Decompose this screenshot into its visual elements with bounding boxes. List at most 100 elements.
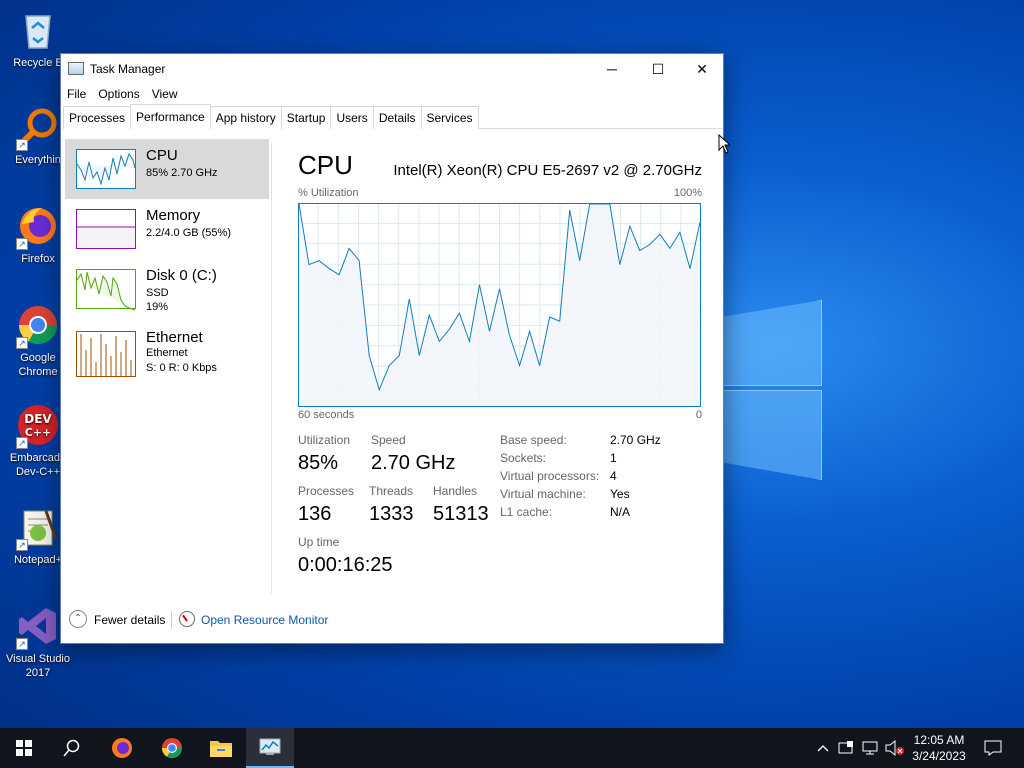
virtual-machine-label: Virtual machine: (500, 487, 586, 501)
taskbar: 12:05 AM 3/24/2023 (0, 728, 1024, 768)
minimize-button[interactable]: ─ (589, 54, 635, 84)
sidebar-memory-usage: 2.2/4.0 GB (55%) (146, 227, 231, 239)
tab-app-history[interactable]: App history (209, 106, 282, 129)
taskbar-task-manager[interactable] (246, 728, 294, 768)
sockets-value: 1 (610, 451, 617, 465)
chevron-up-icon[interactable]: ⌃ (69, 610, 87, 628)
tab-strip: Processes Performance App history Startu… (63, 104, 723, 129)
show-hidden-icons-button[interactable] (813, 728, 833, 768)
taskbar-chrome[interactable] (148, 728, 196, 768)
cpu-thumbnail-graph (76, 149, 136, 189)
uptime-label: Up time (298, 535, 340, 549)
taskbar-file-explorer[interactable] (197, 728, 245, 768)
sidebar-item-disk[interactable]: Disk 0 (C:) SSD 19% (65, 259, 269, 319)
processes-value: 136 (298, 503, 332, 525)
start-icon (16, 740, 32, 756)
memory-thumbnail-graph (76, 209, 136, 249)
handles-value: 51313 (433, 503, 489, 525)
title-bar[interactable]: Task Manager ─ ☐ ✕ (61, 54, 723, 84)
taskbar-firefox[interactable] (98, 728, 146, 768)
visual-studio-icon: ↗ (16, 604, 60, 650)
menu-file[interactable]: File (61, 84, 92, 104)
task-manager-icon (68, 62, 84, 75)
sidebar-ethernet-throughput: S: 0 R: 0 Kbps (146, 362, 217, 374)
threads-value: 1333 (369, 503, 414, 525)
mouse-cursor-icon (718, 134, 730, 154)
disk-thumbnail-graph (76, 269, 136, 311)
recycle-bin-icon (16, 8, 60, 52)
volume-tray-button[interactable] (884, 728, 906, 768)
sidebar-disk-usage: 19% (146, 301, 169, 313)
notepadpp-icon: ↗ (16, 505, 60, 551)
ethernet-thumbnail-graph (76, 331, 136, 377)
windows-wallpaper-logo (720, 290, 822, 480)
cpu-model: Intel(R) Xeon(R) CPU E5-2697 v2 @ 2.70GH… (393, 162, 702, 179)
chrome-icon (161, 738, 183, 759)
chrome-icon: ↗ (16, 303, 60, 349)
maximize-button[interactable]: ☐ (635, 54, 681, 84)
sidebar-item-ethernet[interactable]: Ethernet Ethernet S: 0 R: 0 Kbps (65, 325, 269, 385)
graph-x-right-label: 0 (695, 409, 702, 421)
speed-label: Speed (371, 433, 406, 447)
graph-x-left-label: 60 seconds (298, 409, 355, 421)
tray-action-icon[interactable] (836, 728, 856, 768)
close-button[interactable]: ✕ (679, 54, 725, 84)
tab-processes[interactable]: Processes (63, 106, 132, 129)
sidebar-divider (271, 142, 272, 594)
notification-icon (984, 740, 1002, 756)
fewer-details-link[interactable]: Fewer details (94, 613, 165, 627)
menu-options[interactable]: Options (92, 84, 145, 104)
taskbar-clock[interactable]: 12:05 AM 3/24/2023 (905, 732, 973, 764)
file-explorer-icon (210, 741, 232, 757)
speed-value: 2.70 GHz (371, 452, 456, 474)
sidebar-ethernet-adapter: Ethernet (146, 347, 188, 359)
chevron-up-icon (817, 745, 829, 752)
firefox-icon: ↗ (16, 204, 60, 250)
shortcut-arrow-icon: ↗ (16, 139, 28, 151)
tab-startup[interactable]: Startup (280, 106, 332, 129)
sidebar-ethernet-name: Ethernet (146, 329, 203, 346)
base-speed-label: Base speed: (500, 433, 567, 447)
graph-y-label: % Utilization (298, 187, 359, 199)
resource-monitor-icon (179, 611, 195, 627)
firefox-icon (112, 738, 132, 758)
clock-date: 3/24/2023 (912, 749, 966, 763)
base-speed-value: 2.70 GHz (610, 433, 661, 447)
svg-text:C++: C++ (25, 426, 52, 439)
svg-text:DEV: DEV (24, 412, 52, 426)
network-tray-button[interactable] (860, 728, 882, 768)
start-button[interactable] (0, 728, 48, 768)
tab-services[interactable]: Services (420, 106, 479, 129)
task-manager-icon (259, 738, 281, 755)
tab-users[interactable]: Users (330, 106, 374, 129)
task-manager-window: Task Manager ─ ☐ ✕ File Options View Pro… (60, 53, 724, 644)
threads-label: Threads (369, 484, 414, 498)
utilization-value: 85% (298, 452, 339, 474)
handles-label: Handles (433, 484, 478, 498)
sidebar-cpu-name: CPU (146, 147, 178, 164)
sidebar-memory-name: Memory (146, 207, 201, 224)
panel-title: CPU (298, 150, 353, 180)
clock-time: 12:05 AM (913, 733, 965, 747)
tab-performance[interactable]: Performance (130, 104, 211, 129)
shortcut-arrow-icon: ↗ (16, 238, 28, 250)
sidebar-cpu-usage: 85% 2.70 GHz (146, 167, 218, 179)
l1-cache-value: N/A (610, 505, 631, 519)
tab-details[interactable]: Details (372, 106, 422, 129)
virtual-processors-label: Virtual processors: (500, 469, 600, 483)
sidebar-item-memory[interactable]: Memory 2.2/4.0 GB (55%) (65, 199, 269, 259)
shortcut-arrow-icon: ↗ (16, 638, 28, 650)
everything-search-icon: ↗ (16, 105, 60, 151)
search-icon (63, 739, 80, 757)
uptime-value: 0:00:16:25 (298, 554, 393, 576)
resource-sidebar: CPU 85% 2.70 GHz Memory 2.2/4.0 GB (55%)… (63, 139, 269, 589)
open-resource-monitor-link[interactable]: Open Resource Monitor (201, 613, 328, 627)
menu-view[interactable]: View (146, 84, 184, 104)
desktop-icon-label: Visual Studio 2017 (5, 653, 70, 679)
sidebar-item-cpu[interactable]: CPU 85% 2.70 GHz (65, 139, 269, 199)
search-button[interactable] (48, 728, 96, 768)
footer-divider (171, 611, 172, 629)
action-center-button[interactable] (978, 728, 1008, 768)
shortcut-arrow-icon: ↗ (16, 539, 28, 551)
devcpp-icon: DEV C++ ↗ (16, 403, 60, 449)
